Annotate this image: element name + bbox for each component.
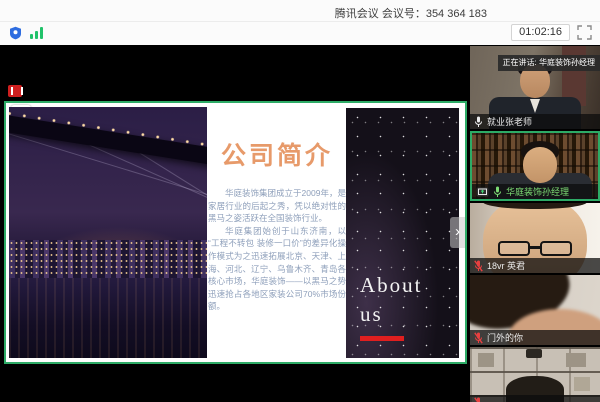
participant-3-name: 18vr 英君 <box>487 259 525 272</box>
shared-screen[interactable]: 华庭装饰 公司简介 华庭装饰集团成立于2009年，是家居行业的后起之秀，凭以绝对… <box>4 101 467 364</box>
slide-title: 公司简介 <box>206 136 348 172</box>
about-us-heading: About us <box>360 271 423 341</box>
meeting-window: 腾讯会议 会议号：354 364 183 01:02:16 华庭装饰 <box>0 0 600 402</box>
participant-4-name: 门外的你 <box>487 331 523 344</box>
screen-sharing-icon <box>476 187 489 197</box>
fullscreen-icon[interactable] <box>577 25 592 45</box>
participant-video-4[interactable]: 门外的你 <box>470 275 600 345</box>
mic-muted-icon <box>474 397 483 402</box>
participant-5-video-feed <box>470 347 600 402</box>
participant-strip: 正在讲话: 华庭装饰孙经理 就业张老师 华庭装饰孙经理 <box>470 46 600 402</box>
participant-video-5[interactable] <box>470 347 600 402</box>
huating-mini-logo <box>8 85 22 97</box>
security-shield-icon[interactable] <box>9 26 22 45</box>
slide-paragraph-1: 华庭装饰集团成立于2009年，是家居行业的后起之秀，凭以绝对性的黑马之姿活跃在全… <box>208 187 346 225</box>
network-signal-icon[interactable] <box>30 27 44 39</box>
meeting-title: 腾讯会议 会议号：354 364 183 <box>335 5 487 21</box>
slide-body-text: 华庭装饰集团成立于2009年，是家居行业的后起之秀，凭以绝对性的黑马之姿活跃在全… <box>208 187 346 313</box>
city-skyline <box>9 240 207 278</box>
participant-1-name: 就业张老师 <box>487 115 532 128</box>
water-reflection <box>9 278 207 358</box>
participant-video-2[interactable]: 华庭装饰孙经理 <box>470 131 600 201</box>
next-slide-arrow-icon: › <box>450 217 465 248</box>
participant-3-name-bar: 18vr 英君 <box>470 258 600 273</box>
mic-muted-icon <box>474 260 483 272</box>
about-underline <box>360 336 404 341</box>
participant-2-name: 华庭装饰孙经理 <box>506 185 569 198</box>
title-row: 腾讯会议 会议号：354 364 183 <box>0 0 600 22</box>
participant-2-name-bar: 华庭装饰孙经理 <box>472 184 598 199</box>
mic-on-icon <box>474 116 483 128</box>
participant-4-name-bar: 门外的你 <box>470 330 600 345</box>
bridge-night-photo <box>9 107 207 358</box>
participant-1-name-bar: 就业张老师 <box>470 114 600 129</box>
toolbar: 腾讯会议 会议号：354 364 183 01:02:16 <box>0 0 600 45</box>
starry-sky-panel: About us <box>346 108 459 358</box>
status-row: 01:02:16 <box>0 22 600 44</box>
mic-muted-icon <box>474 332 483 344</box>
speaking-banner: 正在讲话: 华庭装饰孙经理 <box>498 55 600 71</box>
mic-active-icon <box>493 186 502 198</box>
participant-5-name-bar <box>470 395 600 402</box>
meeting-duration: 01:02:16 <box>511 24 570 41</box>
slide-paragraph-2: 华庭集团始创于山东济南，以“工程不转包 装修一口价”的差异化操作模式为之迅速拓展… <box>208 225 346 313</box>
participant-video-3[interactable]: 18vr 英君 <box>470 203 600 273</box>
